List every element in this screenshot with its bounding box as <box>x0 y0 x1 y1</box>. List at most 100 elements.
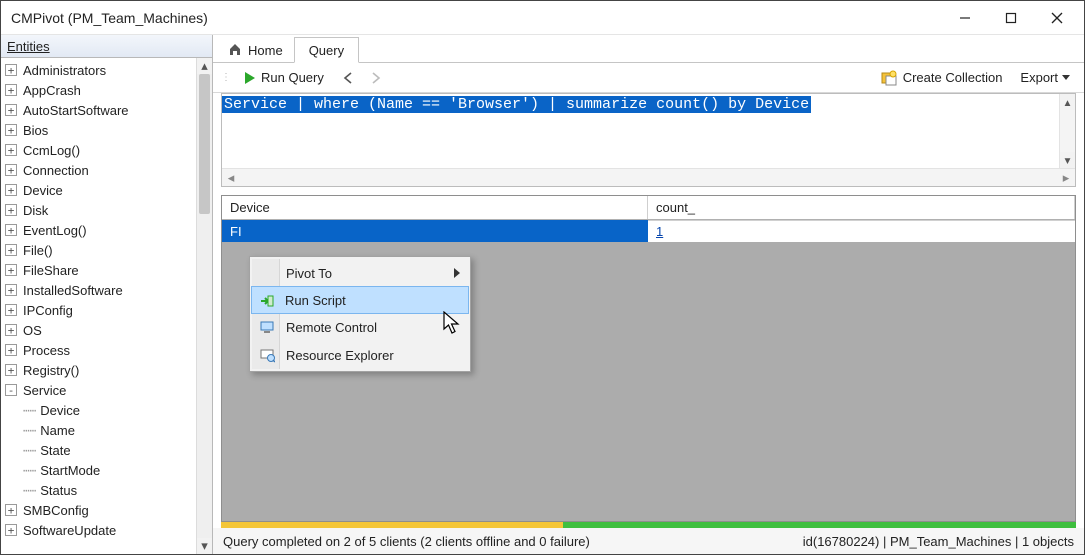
scroll-thumb[interactable] <box>199 74 210 214</box>
expand-icon[interactable]: + <box>5 104 17 116</box>
editor-scroll-up-icon[interactable]: ▴ <box>1060 94 1075 110</box>
tree-item[interactable]: +Connection <box>5 160 196 180</box>
create-collection-label: Create Collection <box>903 70 1003 85</box>
tree-item[interactable]: +CcmLog() <box>5 140 196 160</box>
tree-item[interactable]: + Bios <box>5 120 196 140</box>
tree-item[interactable]: + EventLog() <box>5 220 196 240</box>
cell-count[interactable]: 1 <box>648 220 1075 242</box>
tree-item[interactable]: -Service <box>5 380 196 400</box>
scroll-up-icon[interactable]: ▴ <box>197 58 212 74</box>
tab-query-label: Query <box>309 43 344 58</box>
tree-item[interactable]: +OS <box>5 320 196 340</box>
tree-item-label: State <box>38 443 70 458</box>
tree-item[interactable]: +Device <box>5 180 196 200</box>
play-icon <box>245 72 255 84</box>
tree-item[interactable]: +FileShare <box>5 260 196 280</box>
tree-item[interactable]: ⋯⋯Name <box>5 420 196 440</box>
context-menu-item[interactable]: Remote Control <box>252 313 468 341</box>
expand-icon[interactable]: + <box>5 244 17 256</box>
tree-item-label: Bios <box>21 123 48 138</box>
tree-item-label: AppCrash <box>21 83 81 98</box>
expand-icon[interactable]: + <box>5 204 17 216</box>
home-icon <box>228 42 242 59</box>
expand-icon[interactable]: + <box>5 164 17 176</box>
expand-icon[interactable]: + <box>5 264 17 276</box>
close-button[interactable] <box>1034 3 1080 33</box>
column-header-count[interactable]: count_ <box>648 196 1075 219</box>
expand-icon[interactable]: + <box>5 304 17 316</box>
tree-item[interactable]: +File() <box>5 240 196 260</box>
column-header-device[interactable]: Device <box>222 196 648 219</box>
query-editor[interactable]: Service | where (Name == 'Browser') | su… <box>222 94 1075 168</box>
toolbar-grip-icon: ⋮ <box>221 72 229 83</box>
editor-hscrollbar[interactable]: ◂ ▸ <box>222 168 1075 186</box>
expand-icon[interactable]: + <box>5 64 17 76</box>
context-menu-item[interactable]: Resource Explorer <box>252 341 468 369</box>
query-text: Service | where (Name == 'Browser') | su… <box>222 96 811 113</box>
context-menu[interactable]: Pivot To Run Script Remote Control Resource… <box>249 256 471 372</box>
context-menu-item[interactable]: Run Script <box>251 286 469 314</box>
expand-icon[interactable]: + <box>5 524 17 536</box>
expand-icon[interactable]: + <box>5 344 17 356</box>
tree-item[interactable]: +Disk <box>5 200 196 220</box>
tree-item[interactable]: ⋯⋯StartMode <box>5 460 196 480</box>
context-menu-label: Remote Control <box>286 320 377 335</box>
run-icon <box>258 292 276 310</box>
tree-item[interactable]: ⋯⋯State <box>5 440 196 460</box>
editor-scroll-left-icon[interactable]: ◂ <box>222 170 240 186</box>
minimize-button[interactable] <box>942 3 988 33</box>
tree-item[interactable]: ⋯⋯Device <box>5 400 196 420</box>
nav-back-button[interactable] <box>338 68 358 88</box>
query-editor-container: Service | where (Name == 'Browser') | su… <box>221 93 1076 187</box>
tree-item-label: Service <box>21 383 66 398</box>
context-menu-label: Resource Explorer <box>286 348 394 363</box>
scroll-down-icon[interactable]: ▾ <box>197 538 212 554</box>
tree-item-label: StartMode <box>38 463 100 478</box>
tree-item[interactable]: +IPConfig <box>5 300 196 320</box>
tree-item[interactable]: +SMBConfig <box>5 500 196 520</box>
export-button[interactable]: Export <box>1014 68 1076 87</box>
nav-forward-button[interactable] <box>366 68 386 88</box>
create-collection-button[interactable]: Create Collection <box>877 68 1007 88</box>
expand-icon[interactable]: + <box>5 504 17 516</box>
tree-item-label: Name <box>38 423 75 438</box>
editor-vscrollbar[interactable]: ▴ ▾ <box>1059 94 1075 168</box>
tree-item[interactable]: +AutoStartSoftware <box>5 100 196 120</box>
expand-icon[interactable]: + <box>5 284 17 296</box>
entities-tree[interactable]: +Administrators+AppCrash+AutoStartSoftwa… <box>1 58 196 554</box>
tab-query[interactable]: Query <box>294 37 359 63</box>
editor-scroll-down-icon[interactable]: ▾ <box>1060 152 1075 168</box>
tree-item-label: EventLog() <box>21 223 87 238</box>
expand-icon[interactable]: + <box>5 324 17 336</box>
collapse-icon[interactable]: - <box>5 384 17 396</box>
tree-item[interactable]: +Registry() <box>5 360 196 380</box>
expand-icon[interactable]: + <box>5 84 17 96</box>
maximize-button[interactable] <box>988 3 1034 33</box>
expand-icon[interactable]: + <box>5 184 17 196</box>
resource-icon <box>258 346 276 364</box>
tree-item[interactable]: +Administrators <box>5 60 196 80</box>
status-message: Query completed on 2 of 5 clients (2 cli… <box>223 534 803 549</box>
expand-icon[interactable]: + <box>5 224 17 236</box>
tab-home[interactable]: Home <box>217 38 294 62</box>
status-bar: Query completed on 2 of 5 clients (2 cli… <box>213 528 1084 554</box>
tab-home-label: Home <box>248 43 283 58</box>
tree-item[interactable]: + AppCrash <box>5 80 196 100</box>
expand-icon[interactable]: + <box>5 144 17 156</box>
editor-scroll-right-icon[interactable]: ▸ <box>1057 170 1075 186</box>
run-query-button[interactable]: Run Query <box>239 68 330 87</box>
window-controls <box>942 3 1080 33</box>
tree-item[interactable]: +Process <box>5 340 196 360</box>
tree-item-label: Device <box>38 403 80 418</box>
tree-scrollbar[interactable]: ▴ ▾ <box>196 58 212 554</box>
tree-item-label: Status <box>38 483 77 498</box>
context-menu-label: Run Script <box>285 293 346 308</box>
table-row[interactable]: FI 1 <box>222 220 1075 242</box>
tree-item[interactable]: +InstalledSoftware <box>5 280 196 300</box>
expand-icon[interactable]: + <box>5 124 17 136</box>
tree-item[interactable]: ⋯⋯Status <box>5 480 196 500</box>
context-menu-item[interactable]: Pivot To <box>252 259 468 287</box>
tree-item[interactable]: +SoftwareUpdate <box>5 520 196 540</box>
expand-icon[interactable]: + <box>5 364 17 376</box>
tree-branch-icon: ⋯⋯ <box>23 404 36 417</box>
